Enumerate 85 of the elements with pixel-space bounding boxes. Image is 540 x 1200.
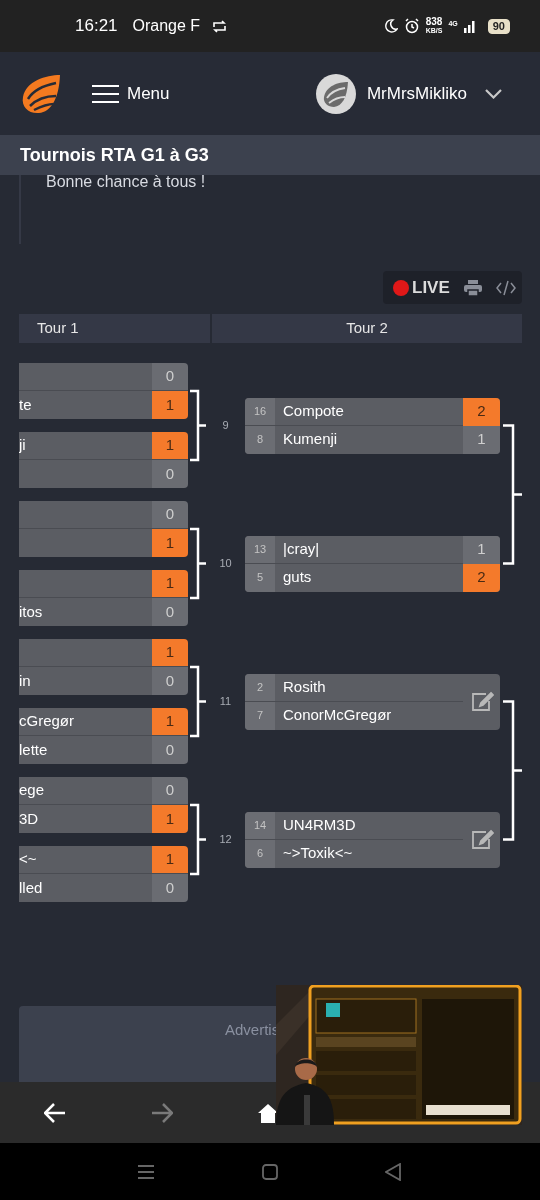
player-name: Rosith — [275, 673, 463, 702]
score-cell: 1 — [463, 535, 500, 564]
print-button[interactable] — [463, 279, 482, 296]
edit-icon[interactable] — [469, 828, 494, 851]
forward-button[interactable] — [151, 1102, 173, 1123]
menu-icon — [138, 1163, 154, 1180]
live-button[interactable]: LIVE — [393, 274, 450, 301]
menu-icon — [92, 83, 119, 104]
score-cell: 0 — [152, 736, 188, 764]
intro-text: Bonne chance à tous ! — [46, 172, 207, 192]
player-name: ~>Toxik<~ — [282, 843, 354, 864]
wing-logo[interactable] — [20, 72, 62, 115]
menu-button[interactable]: Menu — [92, 80, 170, 107]
seed-number: 7 — [245, 701, 275, 730]
score-cell: 1 — [152, 432, 188, 459]
score-cell: 0 — [152, 501, 188, 528]
player-name: itos — [19, 598, 152, 626]
player-name: ege — [19, 777, 152, 804]
forward-arrow-icon — [151, 1102, 173, 1123]
avatar-icon — [314, 72, 357, 115]
seed-number: 13 — [245, 535, 275, 564]
recent-apps-button[interactable] — [138, 1163, 154, 1180]
user-menu[interactable]: MrMrsMikliko — [314, 72, 502, 115]
seed-number: 5 — [245, 563, 275, 592]
carrier-name: Orange F — [132, 16, 201, 36]
system-home-button[interactable] — [262, 1163, 278, 1180]
score-cell: 1 — [463, 425, 500, 454]
code-icon — [495, 279, 516, 296]
chevron-down-icon — [485, 88, 502, 99]
square-icon — [262, 1163, 278, 1180]
back-button[interactable] — [44, 1102, 66, 1123]
seed-number: 8 — [245, 425, 275, 454]
seed-number: 6 — [245, 839, 275, 868]
score-cell: 2 — [463, 397, 500, 426]
player-name: lette — [19, 736, 152, 764]
score-cell: 0 — [152, 598, 188, 626]
seed-number: 2 — [245, 673, 275, 702]
home-icon — [258, 1102, 278, 1123]
back-arrow-icon — [44, 1102, 66, 1123]
score-cell: 0 — [152, 874, 188, 902]
sync-icon — [212, 19, 228, 33]
match-number: 10 — [219, 556, 232, 572]
player-name: cGregør — [19, 708, 152, 735]
match-number: 9 — [222, 418, 229, 434]
page-title: Tournois RTA G1 à G3 — [20, 143, 209, 167]
seed-number: 16 — [245, 397, 275, 426]
player-name: UN4RM3D — [275, 811, 463, 840]
match-number: 11 — [219, 694, 232, 710]
score-cell: 0 — [152, 363, 188, 390]
score-cell: 1 — [152, 391, 188, 419]
score-cell: 0 — [152, 777, 188, 804]
round-header: Tour 1 — [19, 314, 210, 343]
moon-icon — [383, 19, 398, 33]
clock: 16:21 — [75, 15, 118, 38]
score-cell: 1 — [152, 639, 188, 666]
player-name: in — [19, 667, 152, 695]
match-number: 12 — [219, 832, 232, 848]
score-cell: 1 — [152, 708, 188, 735]
player-name: te — [19, 391, 152, 419]
score-cell: 1 — [152, 805, 188, 833]
signal-icon — [463, 19, 476, 33]
score-cell: 1 — [152, 570, 188, 597]
network-speed: 838 — [425, 17, 443, 26]
seed-number: 14 — [245, 811, 275, 840]
alarm-icon — [403, 18, 420, 34]
battery-indicator: 90 — [487, 18, 510, 34]
score-cell: 0 — [152, 667, 188, 695]
score-cell: 2 — [463, 563, 500, 592]
printer-icon — [463, 279, 482, 296]
embed-button[interactable] — [495, 279, 516, 296]
player-name: guts — [282, 567, 313, 588]
player-name: Kumenji — [282, 429, 339, 450]
round-header: Tour 2 — [212, 314, 522, 343]
player-name: 3D — [19, 805, 152, 833]
edit-icon[interactable] — [469, 690, 494, 713]
system-back-button[interactable] — [385, 1162, 401, 1181]
score-cell: 1 — [152, 846, 188, 873]
score-cell: 1 — [152, 529, 188, 557]
player-name: ConorMcGregør — [282, 705, 393, 726]
triangle-back-icon — [385, 1162, 401, 1181]
player-name: ji — [19, 432, 152, 459]
player-name: <~ — [19, 846, 152, 873]
player-name: lled — [19, 874, 152, 902]
score-cell: 0 — [152, 460, 188, 488]
home-button[interactable] — [258, 1102, 278, 1123]
